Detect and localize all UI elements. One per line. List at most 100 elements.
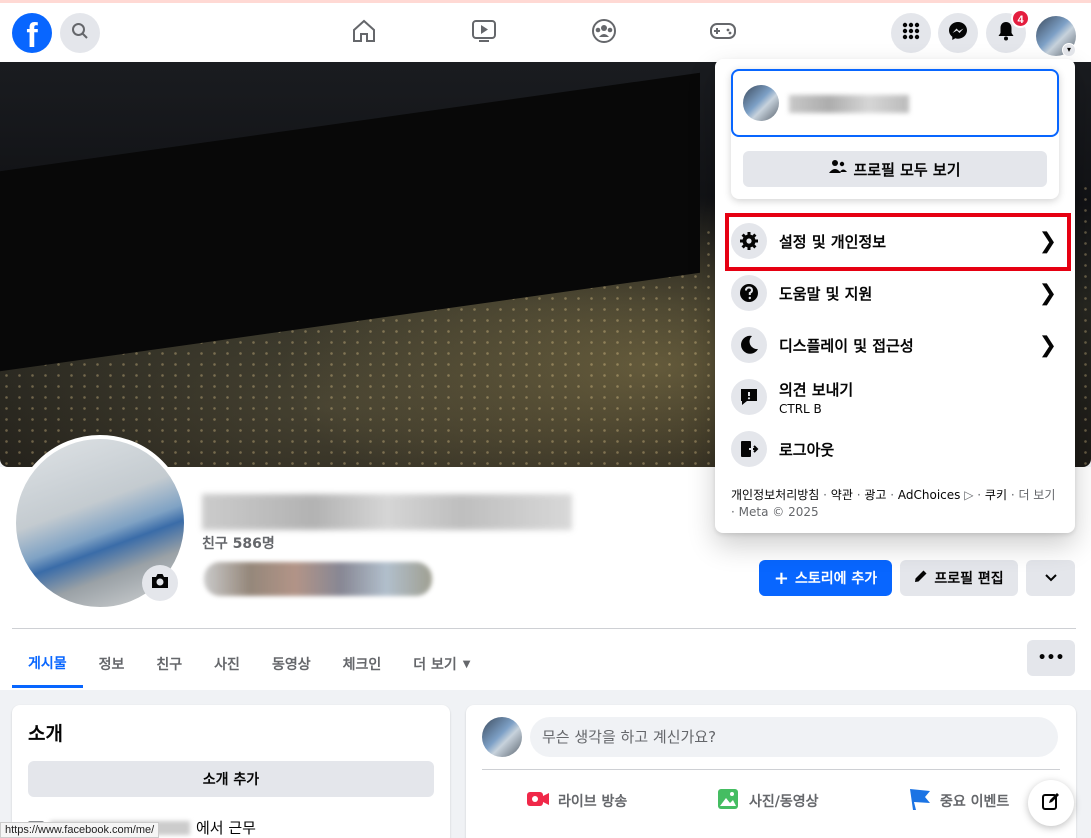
gaming-tab[interactable] xyxy=(707,17,739,49)
footer-link-more[interactable]: 더 보기 xyxy=(1018,488,1055,502)
groups-tab[interactable] xyxy=(588,17,620,49)
photo-video-label: 사진/동영상 xyxy=(749,794,819,810)
tab-label: 게시물 xyxy=(28,655,67,672)
more-options-button[interactable]: ••• xyxy=(1027,640,1075,676)
tab-label: 체크인 xyxy=(342,657,382,673)
add-bio-label: 소개 추가 xyxy=(202,772,260,788)
notifications-button[interactable]: 4 xyxy=(986,9,1030,53)
footer-copyright: Meta © 2025 xyxy=(738,505,819,519)
tab-posts[interactable]: 게시물 xyxy=(12,640,83,688)
camera-icon xyxy=(150,572,170,594)
account-card: 프로필 모두 보기 xyxy=(731,69,1059,199)
menu-item-label: 의견 보내기 xyxy=(779,380,854,399)
change-profile-photo-button[interactable] xyxy=(142,565,178,601)
chevron-right-icon: ❯ xyxy=(1038,333,1057,358)
life-event-button[interactable]: 중요 이벤트 xyxy=(908,783,1009,819)
chevron-down-icon: ▾ xyxy=(1062,43,1076,57)
flag-icon xyxy=(908,787,932,815)
footer-link-ads[interactable]: 광고 xyxy=(864,488,886,502)
help-icon xyxy=(731,275,767,311)
pencil-icon xyxy=(914,569,928,587)
video-tab[interactable] xyxy=(468,17,500,49)
friend-count[interactable]: 친구 586명 xyxy=(202,533,275,553)
live-video-label: 라이브 방송 xyxy=(558,794,628,810)
more-profile-options-button[interactable] xyxy=(1026,560,1075,596)
profiles-icon xyxy=(829,159,848,179)
menu-button[interactable] xyxy=(891,13,931,53)
profile-tabs: 게시물 정보 친구 사진 동영상 체크인 더 보기 ▼ xyxy=(12,640,486,688)
add-bio-button[interactable]: 소개 추가 xyxy=(28,761,434,797)
profile-divider xyxy=(12,628,1076,629)
edit-profile-label: 프로필 편집 xyxy=(934,571,1004,587)
account-menu: 프로필 모두 보기 설정 및 개인정보 ❯ 도움말 및 지원 ❯ 디스플레이 및… xyxy=(715,59,1075,533)
ellipsis-icon: ••• xyxy=(1037,650,1065,666)
footer-link-terms[interactable]: 약관 xyxy=(831,488,853,502)
menu-item-give-feedback[interactable]: 의견 보내기 CTRL B xyxy=(723,371,1067,423)
video-icon xyxy=(471,19,497,47)
menu-item-label: 로그아웃 xyxy=(779,440,835,459)
current-profile-row[interactable] xyxy=(731,69,1059,137)
composer-avatar[interactable] xyxy=(482,717,522,757)
profile-name-redacted xyxy=(202,494,572,530)
search-icon xyxy=(71,22,89,44)
footer-link-adchoices[interactable]: AdChoices xyxy=(898,488,961,502)
facebook-logo[interactable]: f xyxy=(12,13,52,53)
live-video-button[interactable]: 라이브 방송 xyxy=(526,783,627,819)
edit-profile-button[interactable]: 프로필 편집 xyxy=(900,560,1018,596)
new-message-button[interactable] xyxy=(1028,780,1074,826)
gaming-icon xyxy=(709,21,737,45)
tab-more[interactable]: 더 보기 ▼ xyxy=(397,640,486,688)
tab-checkins[interactable]: 체크인 xyxy=(327,640,398,688)
tab-videos[interactable]: 동영상 xyxy=(256,640,327,688)
intro-card: 소개 소개 추가 에서 근무 xyxy=(12,705,450,838)
menu-item-help-support[interactable]: 도움말 및 지원 ❯ xyxy=(723,267,1067,319)
work-suffix: 에서 근무 xyxy=(196,819,256,837)
status-bar-url: https://www.facebook.com/me/ xyxy=(0,822,160,838)
top-navigation-bar: f 4 ▾ xyxy=(0,0,1091,62)
add-to-story-button[interactable]: + 스토리에 추가 xyxy=(759,560,892,596)
tab-label: 더 보기 xyxy=(413,657,457,673)
see-all-profiles-label: 프로필 모두 보기 xyxy=(853,160,961,179)
menu-item-label: 디스플레이 및 접근성 xyxy=(779,336,914,355)
groups-icon xyxy=(591,18,617,48)
footer-link-privacy[interactable]: 개인정보처리방침 xyxy=(731,488,819,502)
profile-avatar xyxy=(743,85,779,121)
caret-down-icon: ▼ xyxy=(462,658,471,670)
life-event-label: 중요 이벤트 xyxy=(940,794,1010,810)
tab-label: 친구 xyxy=(156,657,183,673)
tab-label: 동영상 xyxy=(271,657,311,673)
composer-divider xyxy=(482,769,1060,770)
home-icon xyxy=(351,19,377,47)
search-button[interactable] xyxy=(60,13,100,53)
moon-icon xyxy=(731,327,767,363)
tab-about[interactable]: 정보 xyxy=(83,640,141,688)
menu-grid-icon xyxy=(902,22,920,44)
menu-item-log-out[interactable]: 로그아웃 xyxy=(723,423,1067,475)
menu-item-display-accessibility[interactable]: 디스플레이 및 접근성 ❯ xyxy=(723,319,1067,371)
menu-item-shortcut: CTRL B xyxy=(779,401,822,416)
menu-footer: 개인정보처리방침 · 약관 · 광고 · AdChoices ▷ · 쿠키 · … xyxy=(731,488,1056,519)
tab-label: 정보 xyxy=(98,657,125,673)
annotation-highlight-box xyxy=(725,213,1071,271)
see-all-profiles-button[interactable]: 프로필 모두 보기 xyxy=(743,151,1047,187)
tab-label: 사진 xyxy=(214,657,240,673)
adchoices-icon: ▷ xyxy=(964,488,974,502)
friend-avatars-redacted[interactable] xyxy=(204,562,432,596)
photo-video-button[interactable]: 사진/동영상 xyxy=(717,783,819,819)
plus-icon: + xyxy=(773,567,789,589)
footer-link-cookies[interactable]: 쿠키 xyxy=(985,488,1007,502)
chevron-down-icon xyxy=(1044,570,1057,586)
home-tab[interactable] xyxy=(348,17,380,49)
composer-input[interactable]: 무슨 생각을 하고 계신가요? xyxy=(530,717,1058,757)
tab-photos[interactable]: 사진 xyxy=(198,640,256,688)
live-video-icon xyxy=(526,790,550,812)
messenger-icon xyxy=(948,21,968,45)
post-composer: 무슨 생각을 하고 계신가요? 라이브 방송 사진/동영상 중요 이벤트 xyxy=(466,705,1076,838)
photo-icon xyxy=(717,788,741,814)
notification-badge: 4 xyxy=(1011,9,1030,28)
intro-title: 소개 xyxy=(28,723,63,745)
menu-item-label: 도움말 및 지원 xyxy=(779,284,873,303)
messenger-button[interactable] xyxy=(938,13,978,53)
tab-friends[interactable]: 친구 xyxy=(140,640,198,688)
feedback-icon xyxy=(731,379,767,415)
